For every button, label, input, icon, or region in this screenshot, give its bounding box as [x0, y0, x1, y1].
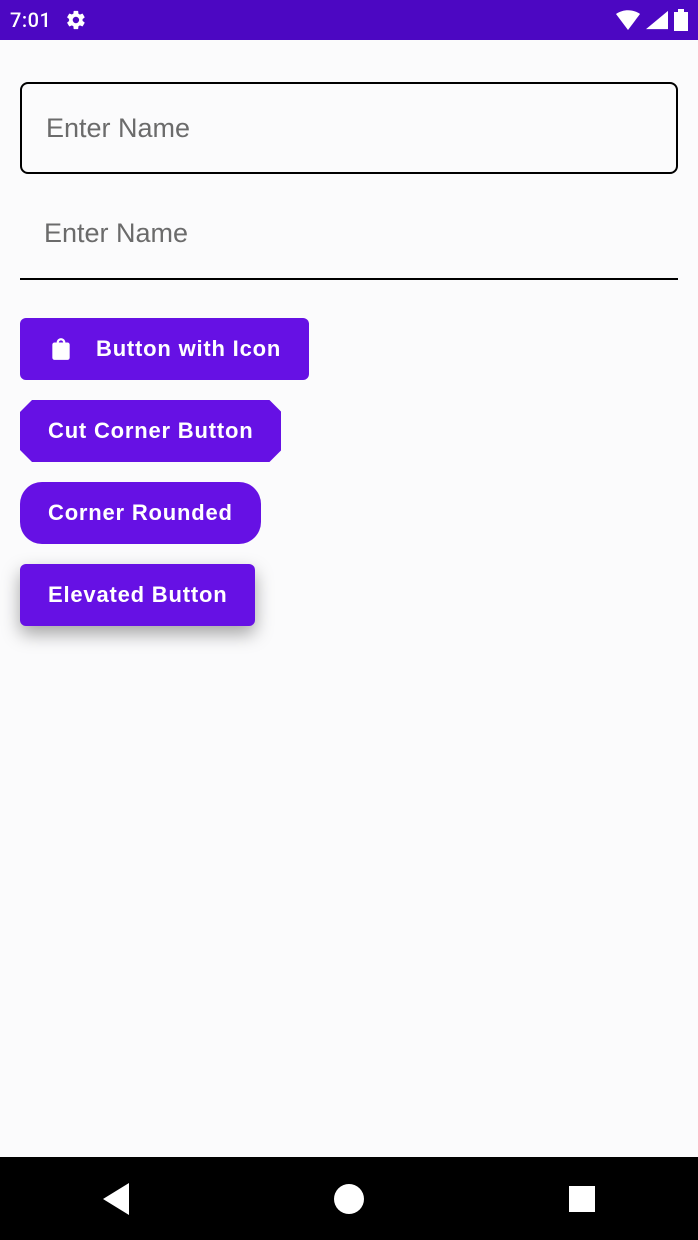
status-time: 7:01	[10, 8, 51, 32]
status-bar: 7:01	[0, 0, 698, 40]
nav-recent-icon[interactable]	[569, 1186, 595, 1212]
gear-icon	[65, 9, 87, 31]
device-frame: 7:01 B	[0, 0, 698, 1240]
signal-icon	[646, 10, 668, 30]
cut-corner-button[interactable]: Cut Corner Button	[20, 400, 281, 462]
nav-back-icon[interactable]	[103, 1183, 129, 1215]
cut-corner-button-label: Cut Corner Button	[48, 418, 253, 444]
button-with-icon[interactable]: Button with Icon	[20, 318, 309, 380]
nav-home-icon[interactable]	[334, 1184, 364, 1214]
status-bar-right	[616, 9, 688, 31]
elevated-button-label: Elevated Button	[48, 582, 227, 608]
navigation-bar	[0, 1157, 698, 1240]
corner-rounded-button-label: Corner Rounded	[48, 500, 233, 526]
shopping-bag-icon	[48, 336, 74, 362]
wifi-icon	[616, 10, 640, 30]
status-bar-left: 7:01	[10, 8, 87, 32]
battery-icon	[674, 9, 688, 31]
name-outlined-input[interactable]	[20, 82, 678, 174]
content-area: Button with Icon Cut Corner Button Corne…	[0, 40, 698, 1157]
elevated-button[interactable]: Elevated Button	[20, 564, 255, 626]
button-with-icon-label: Button with Icon	[96, 336, 281, 362]
corner-rounded-button[interactable]: Corner Rounded	[20, 482, 261, 544]
name-underline-input[interactable]	[20, 188, 678, 280]
button-group: Button with Icon Cut Corner Button Corne…	[20, 298, 678, 626]
